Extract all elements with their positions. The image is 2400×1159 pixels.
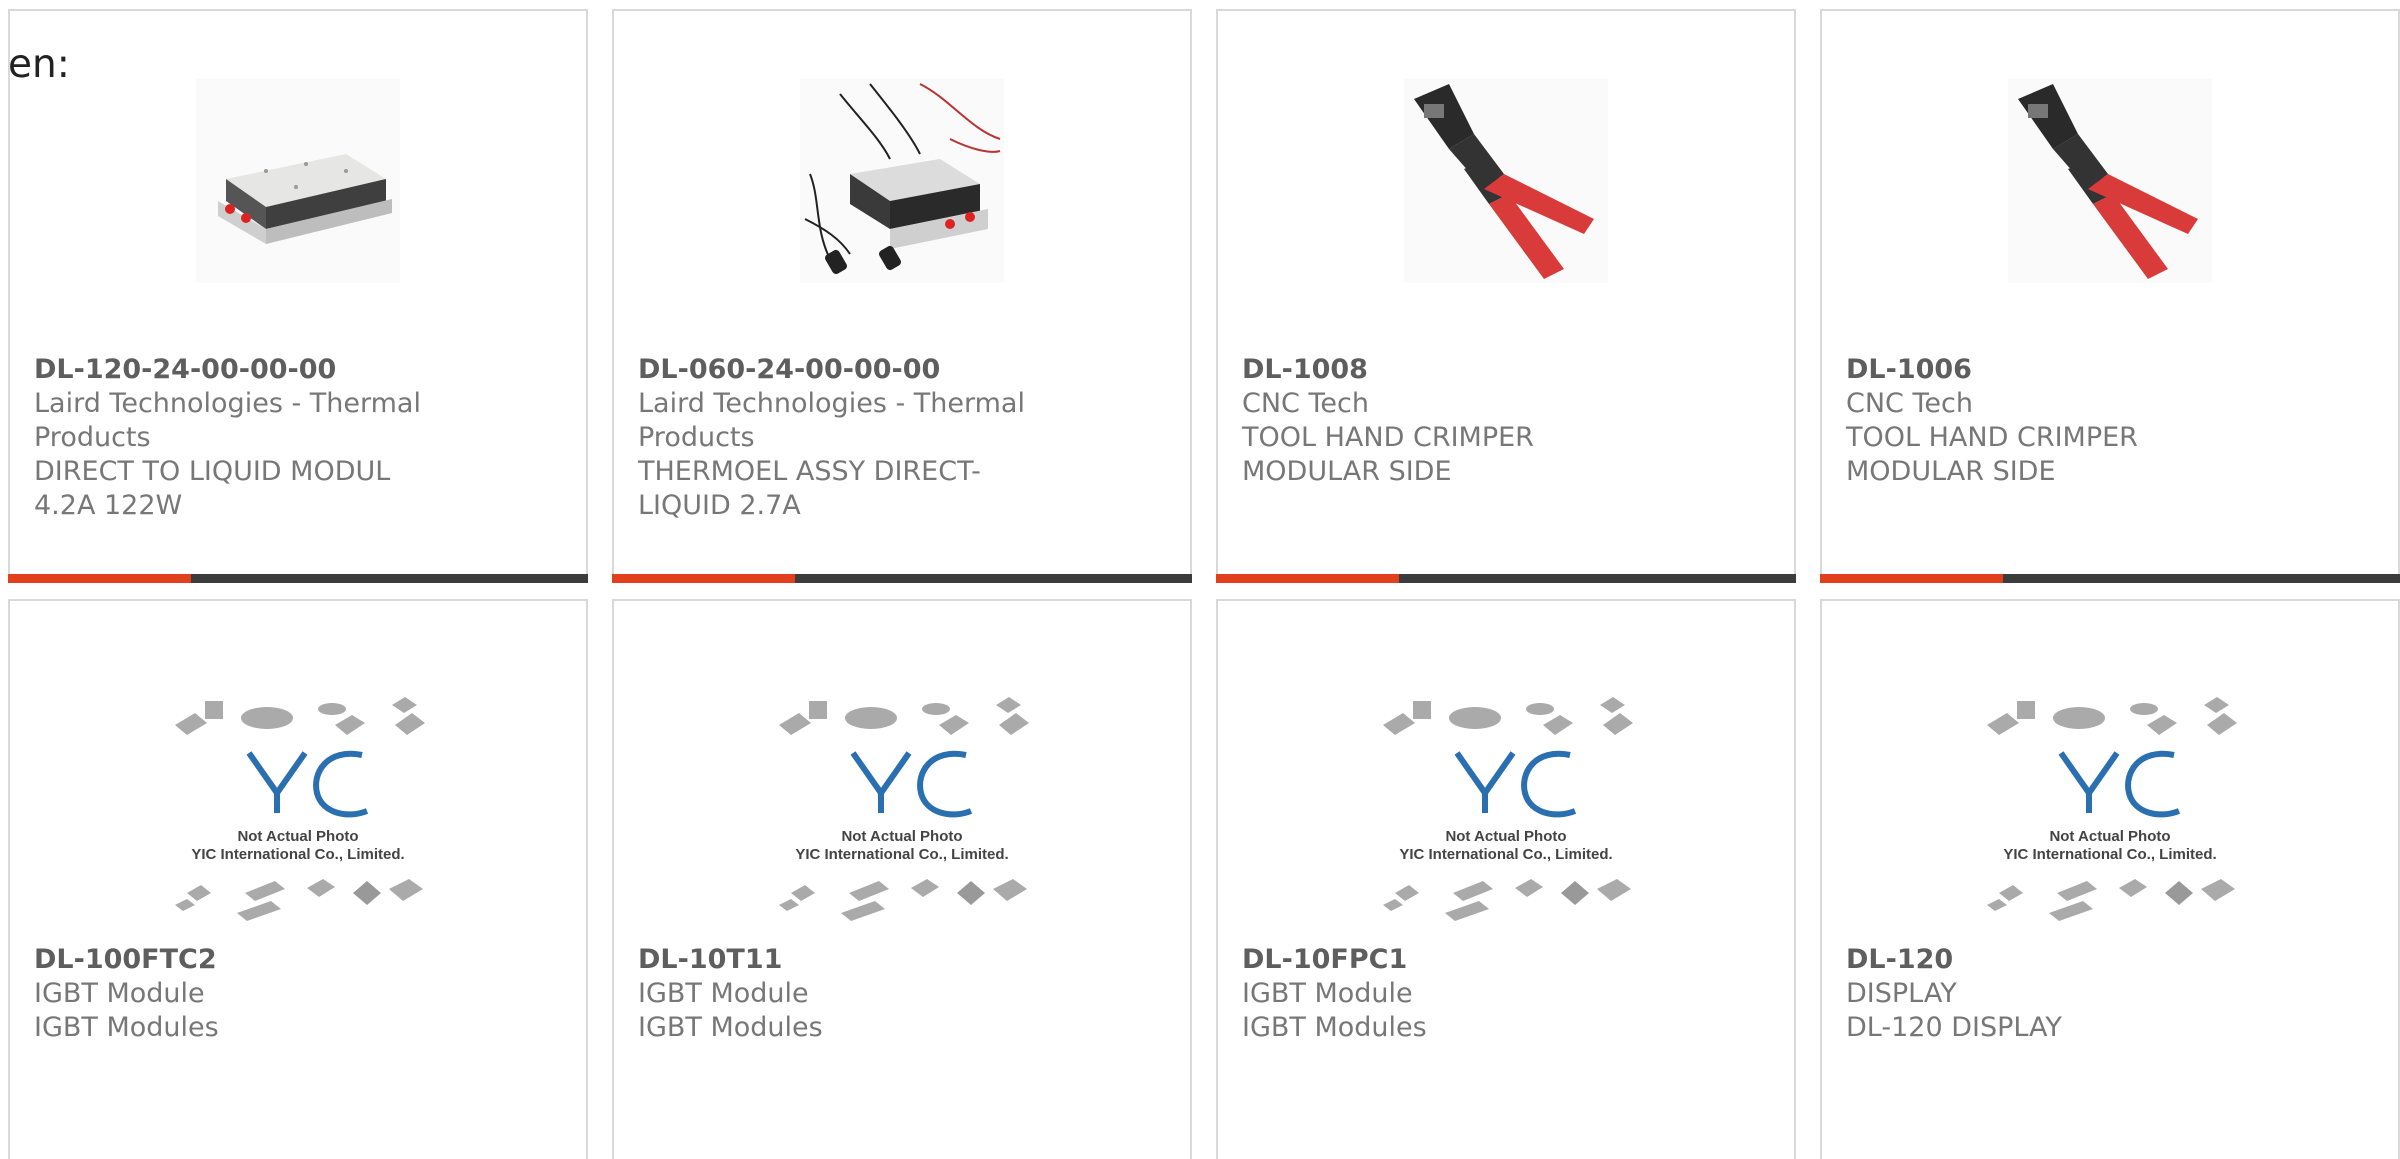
placeholder-line1: Not Actual Photo <box>2049 828 2170 845</box>
placeholder-line2: YIC International Co., Limited. <box>795 846 1008 863</box>
description: TOOL HAND CRIMPER MODULAR SIDE <box>1242 422 1534 487</box>
product-card[interactable]: Not Actual Photo YIC International Co., … <box>1820 599 2400 1159</box>
part-number[interactable]: DL-1008 <box>1242 353 1662 387</box>
part-number[interactable]: DL-10FPC1 <box>1242 943 1662 977</box>
product-card[interactable]: DL-1006 CNC Tech TOOL HAND CRIMPER MODUL… <box>1820 9 2400 583</box>
description: DL-120 DISPLAY <box>1846 1012 2062 1043</box>
card-bottom-bar <box>8 574 588 583</box>
card-bottom-bar <box>1820 574 2400 583</box>
language-label: en: <box>8 42 70 87</box>
part-number[interactable]: DL-120 <box>1846 943 2266 977</box>
placeholder-image[interactable]: Not Actual Photo YIC International Co., … <box>771 693 1033 931</box>
card-bottom-bar <box>612 574 1192 583</box>
description: TOOL HAND CRIMPER MODULAR SIDE <box>1846 422 2138 487</box>
manufacturer: IGBT Module <box>34 978 205 1009</box>
part-number[interactable]: DL-060-24-00-00-00 <box>638 353 1058 387</box>
product-card[interactable]: Not Actual Photo YIC International Co., … <box>1216 599 1796 1159</box>
description: DIRECT TO LIQUID MODUL 4.2A 122W <box>34 456 391 521</box>
product-image-thermal-module[interactable] <box>196 79 400 283</box>
product-card[interactable]: Not Actual Photo YIC International Co., … <box>612 599 1192 1159</box>
placeholder-image[interactable]: Not Actual Photo YIC International Co., … <box>1979 693 2241 931</box>
manufacturer: Laird Technologies - Thermal Products <box>34 388 421 453</box>
placeholder-image[interactable]: Not Actual Photo YIC International Co., … <box>1375 693 1637 931</box>
part-number[interactable]: DL-1006 <box>1846 353 2266 387</box>
manufacturer: CNC Tech <box>1242 388 1369 419</box>
placeholder-line1: Not Actual Photo <box>237 828 358 845</box>
product-card[interactable]: DL-120-24-00-00-00 Laird Technologies - … <box>8 9 588 583</box>
part-number[interactable]: DL-100FTC2 <box>34 943 454 977</box>
manufacturer: IGBT Module <box>638 978 809 1009</box>
manufacturer: CNC Tech <box>1846 388 1973 419</box>
description: IGBT Modules <box>1242 1012 1427 1043</box>
placeholder-line1: Not Actual Photo <box>1445 828 1566 845</box>
placeholder-image[interactable]: Not Actual Photo YIC International Co., … <box>167 693 429 931</box>
manufacturer: DISPLAY <box>1846 978 1957 1009</box>
description: IGBT Modules <box>638 1012 823 1043</box>
placeholder-line1: Not Actual Photo <box>841 828 962 845</box>
product-card[interactable]: Not Actual Photo YIC International Co., … <box>8 599 588 1159</box>
product-card[interactable]: DL-060-24-00-00-00 Laird Technologies - … <box>612 9 1192 583</box>
product-image-crimper[interactable] <box>2008 79 2212 283</box>
description: THERMOEL ASSY DIRECT-LIQUID 2.7A <box>638 456 981 521</box>
product-card[interactable]: DL-1008 CNC Tech TOOL HAND CRIMPER MODUL… <box>1216 9 1796 583</box>
placeholder-line2: YIC International Co., Limited. <box>1399 846 1612 863</box>
product-image-thermal-assembly[interactable] <box>800 79 1004 283</box>
part-number[interactable]: DL-10T11 <box>638 943 1058 977</box>
manufacturer: Laird Technologies - Thermal Products <box>638 388 1025 453</box>
description: IGBT Modules <box>34 1012 219 1043</box>
part-number[interactable]: DL-120-24-00-00-00 <box>34 353 454 387</box>
product-image-crimper[interactable] <box>1404 79 1608 283</box>
placeholder-line2: YIC International Co., Limited. <box>2003 846 2216 863</box>
card-bottom-bar <box>1216 574 1796 583</box>
placeholder-line2: YIC International Co., Limited. <box>191 846 404 863</box>
manufacturer: IGBT Module <box>1242 978 1413 1009</box>
